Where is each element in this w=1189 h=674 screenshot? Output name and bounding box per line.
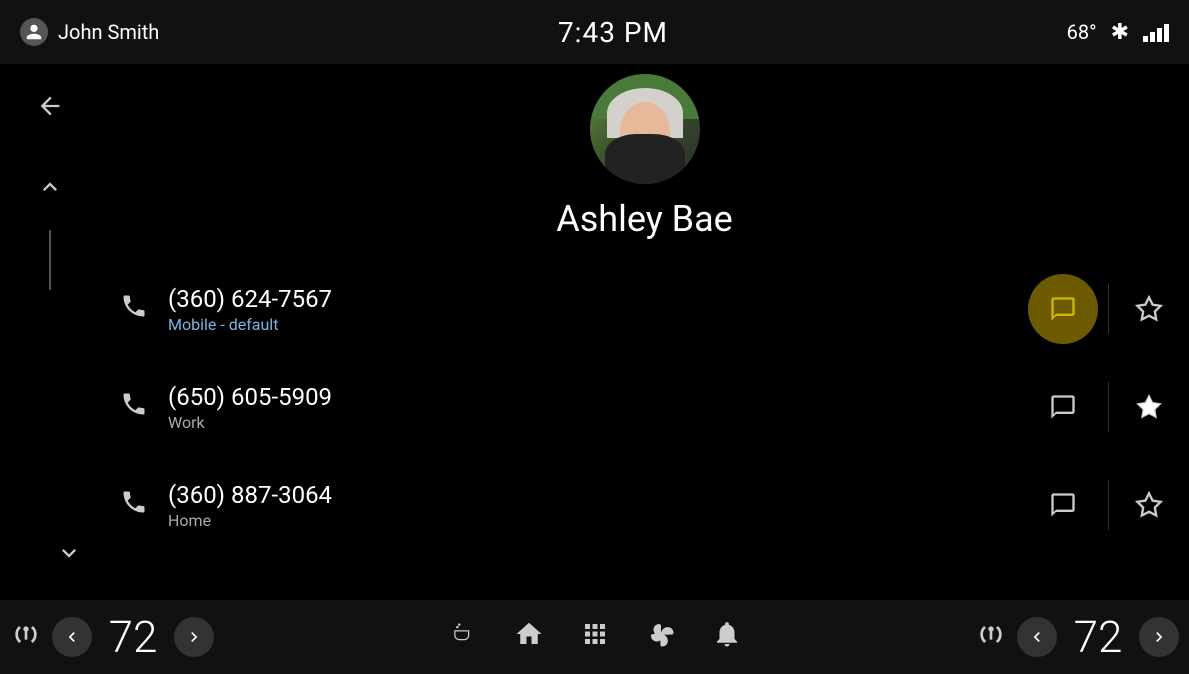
contact-avatar — [590, 74, 700, 184]
temp-decrease-right[interactable] — [1017, 617, 1057, 657]
table-row: (360) 624-7567 Mobile - default — [100, 260, 1189, 358]
scroll-up-button[interactable] — [28, 165, 72, 216]
favorite-button-3[interactable] — [1119, 475, 1179, 535]
phone-info-1: (360) 624-7567 Mobile - default — [168, 285, 1028, 334]
temp-value-left: 72 — [98, 611, 168, 663]
divider-2 — [1108, 382, 1109, 432]
phone-label-2: Work — [168, 413, 1028, 432]
table-row: (650) 605-5909 Work — [100, 358, 1189, 456]
back-button[interactable] — [28, 84, 72, 135]
phone-number-3: (360) 887-3064 — [168, 481, 1028, 509]
heat-right-icon — [975, 621, 1007, 653]
divider-1 — [1108, 284, 1109, 334]
phone-icon-3 — [120, 488, 148, 523]
message-button-3[interactable] — [1028, 470, 1098, 540]
phone-label-3: Home — [168, 511, 1028, 530]
heat-left-icon — [10, 621, 42, 653]
phone-label-1: Mobile - default — [168, 315, 1028, 334]
home-icon[interactable] — [514, 619, 544, 656]
bottom-bar: 72 — [0, 600, 1189, 674]
bluetooth-icon: ✱ — [1111, 20, 1129, 45]
fan-icon[interactable] — [646, 619, 676, 656]
status-right: 68° ✱ — [1067, 20, 1169, 45]
seat-heat-icon[interactable] — [448, 619, 478, 656]
message-button-1[interactable] — [1028, 274, 1098, 344]
contact-name: Ashley Bae — [556, 198, 733, 240]
table-row: (360) 887-3064 Home — [100, 456, 1189, 554]
user-name: John Smith — [58, 20, 159, 44]
bottom-nav — [448, 619, 742, 656]
status-bar: John Smith 7:43 PM 68° ✱ — [0, 0, 1189, 64]
row-actions-3 — [1028, 470, 1179, 540]
phone-icon-1 — [120, 292, 148, 327]
apps-icon[interactable] — [580, 619, 610, 656]
phone-list: (360) 624-7567 Mobile - default — [100, 260, 1189, 554]
row-actions-1 — [1028, 274, 1179, 344]
signal-icon — [1143, 22, 1169, 42]
center-content: Ashley Bae (360) 624-7567 Mobile - defau… — [100, 64, 1189, 674]
temp-value-right: 72 — [1063, 611, 1133, 663]
phone-number-1: (360) 624-7567 — [168, 285, 1028, 313]
message-button-2[interactable] — [1028, 372, 1098, 442]
phone-info-3: (360) 887-3064 Home — [168, 481, 1028, 530]
clock: 7:43 PM — [558, 16, 668, 49]
left-temp-control: 72 — [10, 611, 214, 663]
temp-increase-left[interactable] — [174, 617, 214, 657]
left-sidebar — [0, 64, 100, 674]
phone-info-2: (650) 605-5909 Work — [168, 383, 1028, 432]
status-left: John Smith — [20, 18, 159, 46]
temp-increase-right[interactable] — [1139, 617, 1179, 657]
scroll-down-button[interactable] — [55, 539, 83, 574]
bell-icon[interactable] — [712, 619, 742, 656]
favorite-button-2[interactable] — [1119, 377, 1179, 437]
divider-3 — [1108, 480, 1109, 530]
phone-number-2: (650) 605-5909 — [168, 383, 1028, 411]
right-temp-control: 72 — [975, 611, 1179, 663]
temp-decrease-left[interactable] — [52, 617, 92, 657]
user-avatar-icon — [20, 18, 48, 46]
scroll-indicator — [49, 230, 51, 290]
favorite-button-1[interactable] — [1119, 279, 1179, 339]
temperature-display: 68° — [1067, 20, 1097, 44]
row-actions-2 — [1028, 372, 1179, 442]
main-content: Ashley Bae (360) 624-7567 Mobile - defau… — [0, 64, 1189, 674]
phone-icon-2 — [120, 390, 148, 425]
